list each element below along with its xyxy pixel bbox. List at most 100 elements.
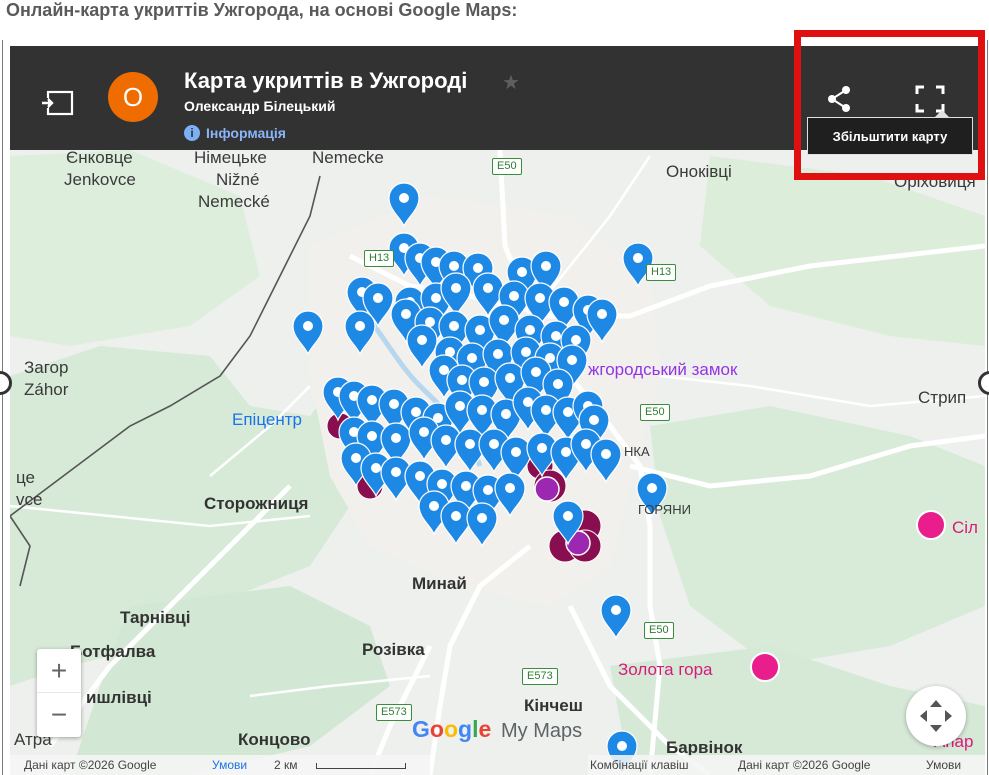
shelter-pin-dot xyxy=(465,439,475,449)
place-label: Сторожниця xyxy=(204,494,309,513)
mymaps-logo: My Maps xyxy=(501,720,583,742)
keyboard-shortcuts-link[interactable]: Комбінації клавіш xyxy=(590,758,689,772)
place-label: Ботфалва xyxy=(70,642,156,661)
shelter-pin-dot xyxy=(647,483,657,493)
map-footer: Дані карт ©2026 Google Умови 2 км Комбін… xyxy=(10,755,985,775)
place-label: Оріховиця xyxy=(894,172,976,191)
shelter-pin-dot xyxy=(505,373,515,383)
tooltip-arrow xyxy=(935,110,949,117)
shelter-pin-dot xyxy=(367,431,377,441)
hotel-icon[interactable] xyxy=(750,652,780,682)
shelter-pin-dot xyxy=(511,447,521,457)
shelter-pin-dot xyxy=(489,439,499,449)
shelter-pin-dot xyxy=(601,449,611,459)
avatar[interactable]: О xyxy=(108,72,158,122)
shelter-pin-dot xyxy=(563,511,573,521)
shelter-pin-dot xyxy=(451,283,461,293)
road-shield: E50 xyxy=(640,404,670,421)
shelter-pin-dot xyxy=(499,315,509,325)
shelter-pin-dot xyxy=(525,325,535,335)
place-label: Концово xyxy=(238,730,311,749)
star-pin xyxy=(534,476,560,502)
terms-link-right[interactable]: Умови xyxy=(926,758,961,772)
shelter-pin-dot xyxy=(561,447,571,457)
shelter-pin-dot xyxy=(541,405,551,415)
share-button[interactable] xyxy=(822,82,856,116)
shelter-pin-dot xyxy=(477,405,487,415)
road-shield: E573 xyxy=(522,668,558,685)
zoom-controls: + − xyxy=(37,649,81,737)
road-shield: H13 xyxy=(364,250,395,267)
shelter-pin-dot xyxy=(399,193,409,203)
shelter-pin-dot xyxy=(483,485,493,495)
place-label: Оноківці xyxy=(666,162,732,181)
fullscreen-tooltip: Збільштити карту xyxy=(807,117,973,155)
shelter-pin-dot xyxy=(417,335,427,345)
map-embed[interactable]: Єнковце Jenkovce Німецьке Nižné Nemecké … xyxy=(10,46,985,775)
shelter-pin-dot xyxy=(411,407,421,417)
recenter-button[interactable] xyxy=(906,686,966,746)
place-label: це xyxy=(16,468,36,487)
scale-bar xyxy=(316,763,406,769)
road-shield: H13 xyxy=(646,264,677,281)
shelter-pin-dot xyxy=(475,325,485,335)
shelter-pin-dot xyxy=(567,355,577,365)
place-label: ГОРЯНИ xyxy=(638,502,691,517)
info-label: Інформація xyxy=(206,125,286,141)
shelter-pin-dot xyxy=(597,309,607,319)
map-data-attribution: Дані карт ©2026 Google xyxy=(24,758,157,772)
place-label: Nemecke xyxy=(312,148,384,167)
shelter-pin-dot xyxy=(535,293,545,303)
shelter-pin-dot xyxy=(479,377,489,387)
place-label: ишлівці xyxy=(86,688,152,707)
sidebar-toggle-icon xyxy=(42,90,74,116)
shelter-pin-dot xyxy=(531,367,541,377)
shelter-pin-dot xyxy=(389,399,399,409)
page-heading: Онлайн-карта укриттів Ужгорода, на основ… xyxy=(6,0,518,20)
recenter-icon xyxy=(920,700,952,732)
place-label: Епіцентр xyxy=(232,410,302,429)
place-label: Nemecké xyxy=(198,192,270,211)
place-label: Загор xyxy=(24,358,69,377)
shelter-pin-dot xyxy=(429,501,439,511)
shelter-pin-dot xyxy=(477,513,487,523)
map-title: Карта укриттів в Ужгороді xyxy=(184,68,468,93)
shelter-pin-dot xyxy=(517,267,527,277)
place-label: Nižné xyxy=(216,170,260,189)
shelter-pin-dot xyxy=(617,741,627,751)
shelter-pin-dot xyxy=(541,261,551,271)
place-label: Záhor xyxy=(24,380,69,399)
shelter-pin-dot xyxy=(633,253,643,263)
zoom-in-button[interactable]: + xyxy=(37,649,81,693)
place-label: Минай xyxy=(412,574,467,593)
road-shield: E573 xyxy=(376,704,412,721)
shelter-pin-dot xyxy=(571,335,581,345)
sidebar-toggle-button[interactable] xyxy=(40,88,78,118)
shelter-pin-dot xyxy=(473,263,483,273)
shelter-pin-dot xyxy=(439,365,449,375)
shelter-pin-dot xyxy=(551,331,561,341)
place-label: Кінчеш xyxy=(524,696,583,715)
place-label: Розівка xyxy=(362,640,425,659)
shelter-pin-dot xyxy=(589,415,599,425)
shelter-pin-dot xyxy=(355,321,365,331)
shelter-pin-dot xyxy=(457,375,467,385)
star-icon[interactable]: ★ xyxy=(502,70,520,95)
shelter-pin-dot xyxy=(371,463,381,473)
shelter-pin-dot xyxy=(449,261,459,271)
hotel-icon[interactable] xyxy=(916,510,946,540)
shelter-pin-dot xyxy=(467,353,477,363)
shelter-pin-dot xyxy=(449,321,459,331)
terms-link[interactable]: Умови xyxy=(212,758,247,772)
map-data-attribution-right: Дані карт ©2026 Google xyxy=(738,758,871,772)
shelter-pin-dot xyxy=(367,395,377,405)
info-link[interactable]: i Інформація xyxy=(184,124,286,142)
road-shield: E50 xyxy=(644,622,674,639)
place-label: Jenkovce xyxy=(64,170,136,189)
shelter-pin-dot xyxy=(611,605,621,615)
zoom-out-button[interactable]: − xyxy=(37,693,81,737)
place-label: НКА xyxy=(624,444,650,459)
shelter-pin-dot xyxy=(391,467,401,477)
shelter-pin-dot xyxy=(415,471,425,481)
map-canvas[interactable] xyxy=(10,46,985,775)
